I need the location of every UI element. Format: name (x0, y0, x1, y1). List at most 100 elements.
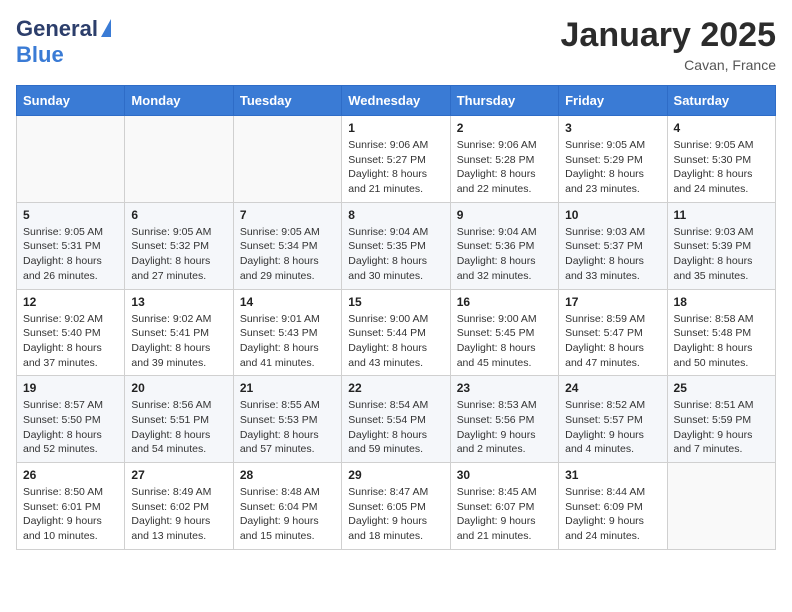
calendar-cell (17, 116, 125, 203)
logo-general: General (16, 16, 98, 42)
day-content: Sunrise: 8:45 AM Sunset: 6:07 PM Dayligh… (457, 485, 552, 544)
calendar-header-row: SundayMondayTuesdayWednesdayThursdayFrid… (17, 86, 776, 116)
day-content: Sunrise: 8:57 AM Sunset: 5:50 PM Dayligh… (23, 398, 118, 457)
day-number: 4 (674, 121, 769, 135)
day-content: Sunrise: 9:05 AM Sunset: 5:32 PM Dayligh… (131, 225, 226, 284)
calendar-cell: 11 Sunrise: 9:03 AM Sunset: 5:39 PM Dayli… (667, 202, 775, 289)
calendar-cell: 23Sunrise: 8:53 AM Sunset: 5:56 PM Dayli… (450, 376, 558, 463)
day-content: Sunrise: 8:49 AM Sunset: 6:02 PM Dayligh… (131, 485, 226, 544)
calendar-cell: 10 Sunrise: 9:03 AM Sunset: 5:37 PM Dayli… (559, 202, 667, 289)
day-number: 18 (674, 295, 769, 309)
day-content: Sunrise: 8:55 AM Sunset: 5:53 PM Dayligh… (240, 398, 335, 457)
calendar-cell: 12 Sunrise: 9:02 AM Sunset: 5:40 PM Dayli… (17, 289, 125, 376)
day-number: 14 (240, 295, 335, 309)
calendar-cell: 4 Sunrise: 9:05 AM Sunset: 5:30 PM Daylig… (667, 116, 775, 203)
day-content: Sunrise: 9:00 AM Sunset: 5:45 PM Dayligh… (457, 312, 552, 371)
calendar-cell: 13 Sunrise: 9:02 AM Sunset: 5:41 PM Dayli… (125, 289, 233, 376)
day-number: 20 (131, 381, 226, 395)
day-number: 3 (565, 121, 660, 135)
calendar-cell: 22Sunrise: 8:54 AM Sunset: 5:54 PM Dayli… (342, 376, 450, 463)
calendar-week-row: 1Sunrise: 9:06 AM Sunset: 5:27 PM Daylig… (17, 116, 776, 203)
day-number: 17 (565, 295, 660, 309)
day-content: Sunrise: 9:03 AM Sunset: 5:39 PM Dayligh… (674, 225, 769, 284)
calendar-cell: 3 Sunrise: 9:05 AM Sunset: 5:29 PM Daylig… (559, 116, 667, 203)
calendar-cell: 16 Sunrise: 9:00 AM Sunset: 5:45 PM Dayli… (450, 289, 558, 376)
day-number: 11 (674, 208, 769, 222)
calendar-cell: 18 Sunrise: 8:58 AM Sunset: 5:48 PM Dayli… (667, 289, 775, 376)
day-number: 8 (348, 208, 443, 222)
calendar-cell: 9Sunrise: 9:04 AM Sunset: 5:36 PM Daylig… (450, 202, 558, 289)
day-content: Sunrise: 9:05 AM Sunset: 5:30 PM Dayligh… (674, 138, 769, 197)
weekday-header: Monday (125, 86, 233, 116)
day-content: Sunrise: 8:51 AM Sunset: 5:59 PM Dayligh… (674, 398, 769, 457)
day-number: 27 (131, 468, 226, 482)
day-number: 2 (457, 121, 552, 135)
day-number: 12 (23, 295, 118, 309)
weekday-header: Wednesday (342, 86, 450, 116)
calendar-cell: 28Sunrise: 8:48 AM Sunset: 6:04 PM Dayli… (233, 463, 341, 550)
day-content: Sunrise: 8:48 AM Sunset: 6:04 PM Dayligh… (240, 485, 335, 544)
day-number: 21 (240, 381, 335, 395)
calendar-cell (667, 463, 775, 550)
weekday-header: Thursday (450, 86, 558, 116)
calendar-cell (233, 116, 341, 203)
day-number: 6 (131, 208, 226, 222)
weekday-header: Tuesday (233, 86, 341, 116)
day-content: Sunrise: 8:44 AM Sunset: 6:09 PM Dayligh… (565, 485, 660, 544)
calendar-cell: 27 Sunrise: 8:49 AM Sunset: 6:02 PM Dayli… (125, 463, 233, 550)
day-number: 29 (348, 468, 443, 482)
calendar-cell: 5 Sunrise: 9:05 AM Sunset: 5:31 PM Daylig… (17, 202, 125, 289)
calendar-cell (125, 116, 233, 203)
day-content: Sunrise: 9:04 AM Sunset: 5:36 PM Dayligh… (457, 225, 552, 284)
calendar-cell: 20 Sunrise: 8:56 AM Sunset: 5:51 PM Dayli… (125, 376, 233, 463)
day-number: 13 (131, 295, 226, 309)
location: Cavan, France (561, 57, 777, 73)
calendar-week-row: 26Sunrise: 8:50 AM Sunset: 6:01 PM Dayli… (17, 463, 776, 550)
day-number: 31 (565, 468, 660, 482)
calendar-cell: 8Sunrise: 9:04 AM Sunset: 5:35 PM Daylig… (342, 202, 450, 289)
calendar-cell: 21 Sunrise: 8:55 AM Sunset: 5:53 PM Dayli… (233, 376, 341, 463)
day-content: Sunrise: 9:05 AM Sunset: 5:29 PM Dayligh… (565, 138, 660, 197)
day-number: 10 (565, 208, 660, 222)
day-content: Sunrise: 9:05 AM Sunset: 5:31 PM Dayligh… (23, 225, 118, 284)
day-content: Sunrise: 8:47 AM Sunset: 6:05 PM Dayligh… (348, 485, 443, 544)
day-content: Sunrise: 9:02 AM Sunset: 5:41 PM Dayligh… (131, 312, 226, 371)
day-content: Sunrise: 9:00 AM Sunset: 5:44 PM Dayligh… (348, 312, 443, 371)
month-title: January 2025 (561, 16, 777, 55)
day-content: Sunrise: 8:59 AM Sunset: 5:47 PM Dayligh… (565, 312, 660, 371)
day-number: 22 (348, 381, 443, 395)
day-content: Sunrise: 9:06 AM Sunset: 5:27 PM Dayligh… (348, 138, 443, 197)
weekday-header: Saturday (667, 86, 775, 116)
weekday-header: Sunday (17, 86, 125, 116)
calendar-cell: 17 Sunrise: 8:59 AM Sunset: 5:47 PM Dayli… (559, 289, 667, 376)
title-block: January 2025 Cavan, France (561, 16, 777, 73)
day-number: 16 (457, 295, 552, 309)
day-content: Sunrise: 9:03 AM Sunset: 5:37 PM Dayligh… (565, 225, 660, 284)
calendar-cell: 2 Sunrise: 9:06 AM Sunset: 5:28 PM Daylig… (450, 116, 558, 203)
calendar-cell: 14 Sunrise: 9:01 AM Sunset: 5:43 PM Dayli… (233, 289, 341, 376)
calendar-cell: 31 Sunrise: 8:44 AM Sunset: 6:09 PM Dayli… (559, 463, 667, 550)
day-content: Sunrise: 9:05 AM Sunset: 5:34 PM Dayligh… (240, 225, 335, 284)
calendar-cell: 29 Sunrise: 8:47 AM Sunset: 6:05 PM Dayli… (342, 463, 450, 550)
calendar-cell: 7 Sunrise: 9:05 AM Sunset: 5:34 PM Daylig… (233, 202, 341, 289)
day-number: 7 (240, 208, 335, 222)
calendar-table: SundayMondayTuesdayWednesdayThursdayFrid… (16, 85, 776, 550)
day-content: Sunrise: 8:50 AM Sunset: 6:01 PM Dayligh… (23, 485, 118, 544)
day-number: 25 (674, 381, 769, 395)
logo: General Blue (16, 16, 111, 68)
day-content: Sunrise: 9:02 AM Sunset: 5:40 PM Dayligh… (23, 312, 118, 371)
day-content: Sunrise: 9:01 AM Sunset: 5:43 PM Dayligh… (240, 312, 335, 371)
day-number: 24 (565, 381, 660, 395)
day-number: 5 (23, 208, 118, 222)
calendar-cell: 24 Sunrise: 8:52 AM Sunset: 5:57 PM Dayli… (559, 376, 667, 463)
day-content: Sunrise: 9:06 AM Sunset: 5:28 PM Dayligh… (457, 138, 552, 197)
calendar-cell: 15 Sunrise: 9:00 AM Sunset: 5:44 PM Dayli… (342, 289, 450, 376)
weekday-header: Friday (559, 86, 667, 116)
day-content: Sunrise: 8:58 AM Sunset: 5:48 PM Dayligh… (674, 312, 769, 371)
day-number: 15 (348, 295, 443, 309)
calendar-cell: 1Sunrise: 9:06 AM Sunset: 5:27 PM Daylig… (342, 116, 450, 203)
logo-blue: Blue (16, 42, 64, 67)
day-content: Sunrise: 8:56 AM Sunset: 5:51 PM Dayligh… (131, 398, 226, 457)
day-content: Sunrise: 8:52 AM Sunset: 5:57 PM Dayligh… (565, 398, 660, 457)
calendar-cell: 30Sunrise: 8:45 AM Sunset: 6:07 PM Dayli… (450, 463, 558, 550)
